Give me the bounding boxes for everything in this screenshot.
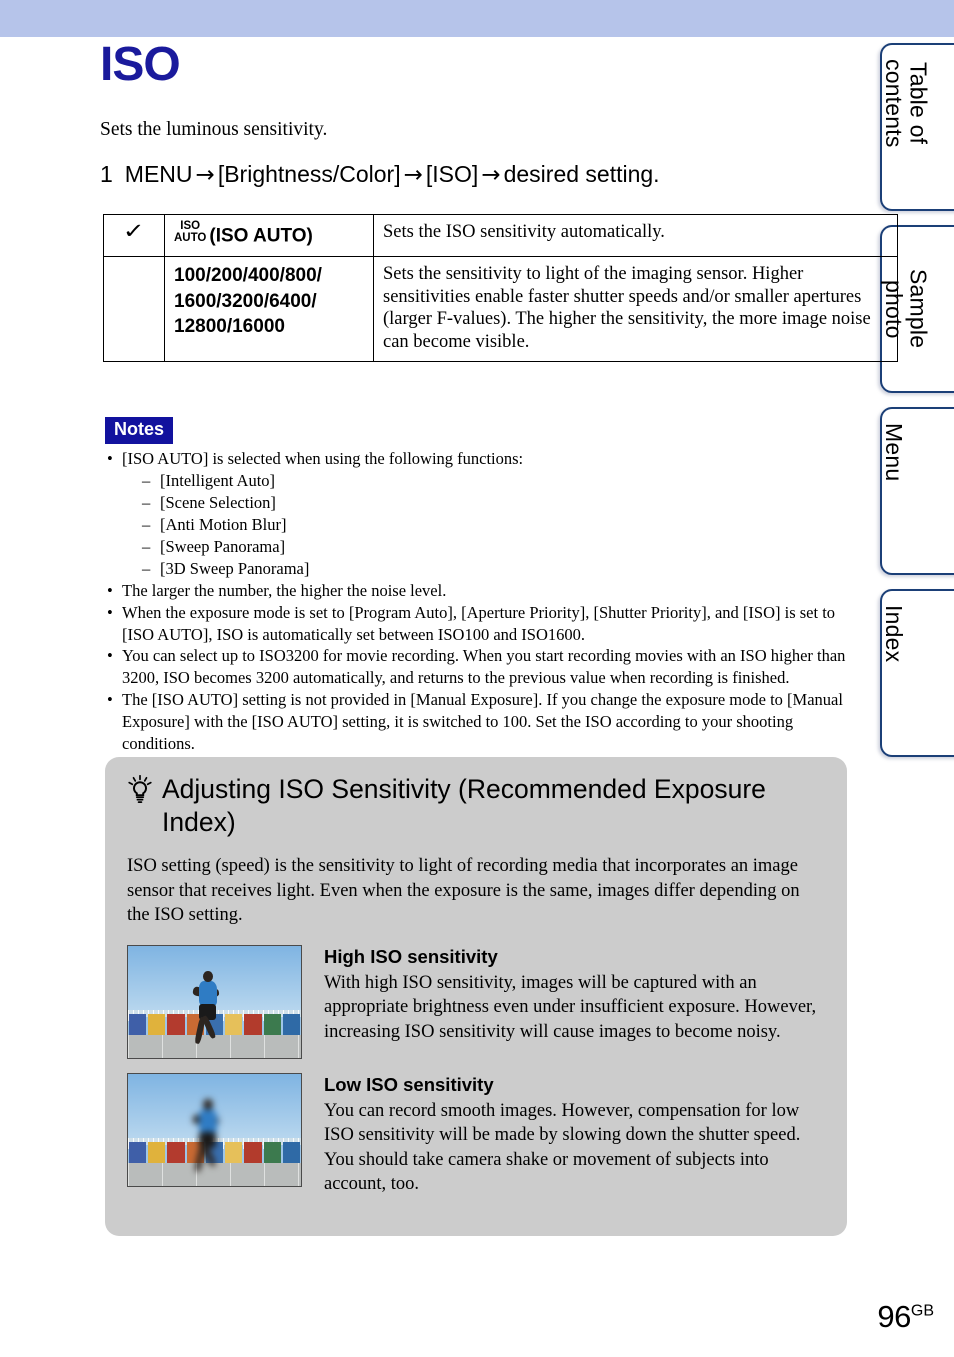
photo-beach-hut: [244, 1141, 262, 1163]
photo-beach-hut: [148, 1141, 166, 1163]
tip-heading: High ISO sensitivity: [324, 946, 498, 968]
page-title: ISO: [100, 38, 181, 91]
menu-path-step: 1 MENU → [Brightness/Color] → [ISO] → desired s…: [100, 161, 660, 188]
notes-badge: Notes: [105, 417, 174, 444]
list-item: [Scene Selection]: [142, 492, 850, 514]
tip-body: With high ISO sensitivity, images will b…: [324, 972, 817, 1042]
list-item: [Intelligent Auto]: [142, 470, 850, 492]
low-iso-description: Low ISO sensitivity You can record smoot…: [324, 1073, 825, 1196]
photo-beach-hut: [167, 1013, 185, 1035]
top-header-bar: [0, 0, 954, 37]
side-tab-menu[interactable]: Menu: [880, 407, 954, 575]
tip-heading: Low ISO sensitivity: [324, 1074, 494, 1096]
photo-runner-blurred: [190, 1099, 228, 1173]
photo-beach-hut: [244, 1013, 262, 1035]
selected-marker-cell: ✓: [103, 213, 165, 258]
photo-beach-hut: [129, 1141, 147, 1163]
photo-scene: [128, 1074, 301, 1187]
menu-item-iso: [ISO]: [425, 161, 479, 187]
setting-description: Sets the ISO sensitivity automatically.: [373, 213, 898, 258]
high-iso-description: High ISO sensitivity With high ISO sensi…: [324, 945, 825, 1044]
list-item: When the exposure mode is set to [Progra…: [100, 602, 850, 646]
tip-block-high-iso: High ISO sensitivity With high ISO sensi…: [127, 945, 825, 1060]
arrow-right-icon: →: [403, 162, 423, 188]
setting-name-cell: ISO AUTO (ISO AUTO): [164, 213, 374, 258]
list-item: You can select up to ISO3200 for movie r…: [100, 645, 850, 689]
list-item: The [ISO AUTO] setting is not provided i…: [100, 689, 850, 755]
note-text: [ISO AUTO] is selected when using the fo…: [122, 449, 524, 468]
low-iso-sample-photo: [127, 1073, 302, 1188]
side-tab-table-of-contents[interactable]: Table of contents: [880, 43, 954, 211]
arrow-right-icon: →: [195, 162, 215, 188]
menu-item-brightness-color: [Brightness/Color]: [217, 161, 401, 187]
page-number-value: 96: [877, 1299, 911, 1334]
photo-beach-hut: [282, 1013, 300, 1035]
selected-marker-cell: [103, 256, 165, 363]
tip-intro-text: ISO setting (speed) is the sensitivity t…: [127, 856, 800, 925]
tip-body: You can record smooth images. However, c…: [324, 1100, 801, 1195]
photo-beach-hut: [282, 1141, 300, 1163]
photo-beach-hut: [167, 1141, 185, 1163]
setting-name: (ISO AUTO): [209, 225, 313, 247]
page-number-suffix: GB: [910, 1302, 934, 1320]
iso-auto-icon-line2: AUTO: [174, 231, 207, 244]
list-item: The larger the number, the higher the no…: [100, 580, 850, 602]
side-tab-group: Table of contents Sample photo Menu Inde…: [880, 43, 954, 771]
checkmark-icon: ✓: [122, 219, 145, 243]
setting-name-cell: 100/200/400/800/ 1600/3200/6400/ 12800/1…: [164, 256, 374, 363]
step-number: 1: [100, 161, 113, 187]
photo-beach-hut: [263, 1141, 281, 1163]
iso-settings-table: ✓ ISO AUTO (ISO AUTO) Sets the ISO sensi…: [103, 213, 898, 363]
notes-list: [ISO AUTO] is selected when using the fo…: [100, 448, 850, 755]
setting-description: Sets the sensitivity to light of the ima…: [373, 256, 898, 363]
table-row: ✓ ISO AUTO (ISO AUTO) Sets the ISO sensi…: [103, 213, 898, 258]
tip-title-row: Adjusting ISO Sensitivity (Recommended E…: [127, 773, 825, 838]
menu-step-tail: desired setting.: [503, 161, 660, 187]
tip-title-text: Adjusting ISO Sensitivity (Recommended E…: [162, 774, 766, 837]
menu-label: MENU: [124, 161, 193, 187]
photo-scene: [128, 946, 301, 1059]
list-item: [Anti Motion Blur]: [142, 514, 850, 536]
photo-beach-hut: [148, 1013, 166, 1035]
page-body: Table of contents Sample photo Menu Inde…: [0, 37, 954, 1357]
tip-block-low-iso: Low ISO sensitivity You can record smoot…: [127, 1073, 825, 1196]
setting-value-list: 100/200/400/800/ 1600/3200/6400/ 12800/1…: [174, 265, 322, 338]
table-row: 100/200/400/800/ 1600/3200/6400/ 12800/1…: [103, 256, 898, 363]
iso-auto-icon-line1: ISO: [180, 220, 201, 232]
lightbulb-icon: [128, 775, 152, 803]
notes-sublist: [Intelligent Auto] [Scene Selection] [An…: [122, 470, 850, 580]
photo-beach-hut: [263, 1013, 281, 1035]
side-tab-label: Menu: [881, 423, 908, 482]
page-number: 96GB: [877, 1299, 934, 1335]
arrow-right-icon: →: [481, 162, 501, 188]
side-tab-label: Table of contents: [881, 59, 932, 148]
side-tab-index[interactable]: Index: [880, 589, 954, 757]
photo-beach-hut: [129, 1013, 147, 1035]
list-item: [3D Sweep Panorama]: [142, 558, 850, 580]
lead-paragraph: Sets the luminous sensitivity.: [100, 119, 328, 140]
side-tab-label: Index: [881, 605, 908, 663]
tip-box: Adjusting ISO Sensitivity (Recommended E…: [105, 757, 847, 1237]
photo-runner: [190, 971, 228, 1045]
iso-auto-icon: ISO AUTO: [174, 220, 207, 244]
list-item: [ISO AUTO] is selected when using the fo…: [100, 448, 850, 580]
high-iso-sample-photo: [127, 945, 302, 1060]
list-item: [Sweep Panorama]: [142, 536, 850, 558]
